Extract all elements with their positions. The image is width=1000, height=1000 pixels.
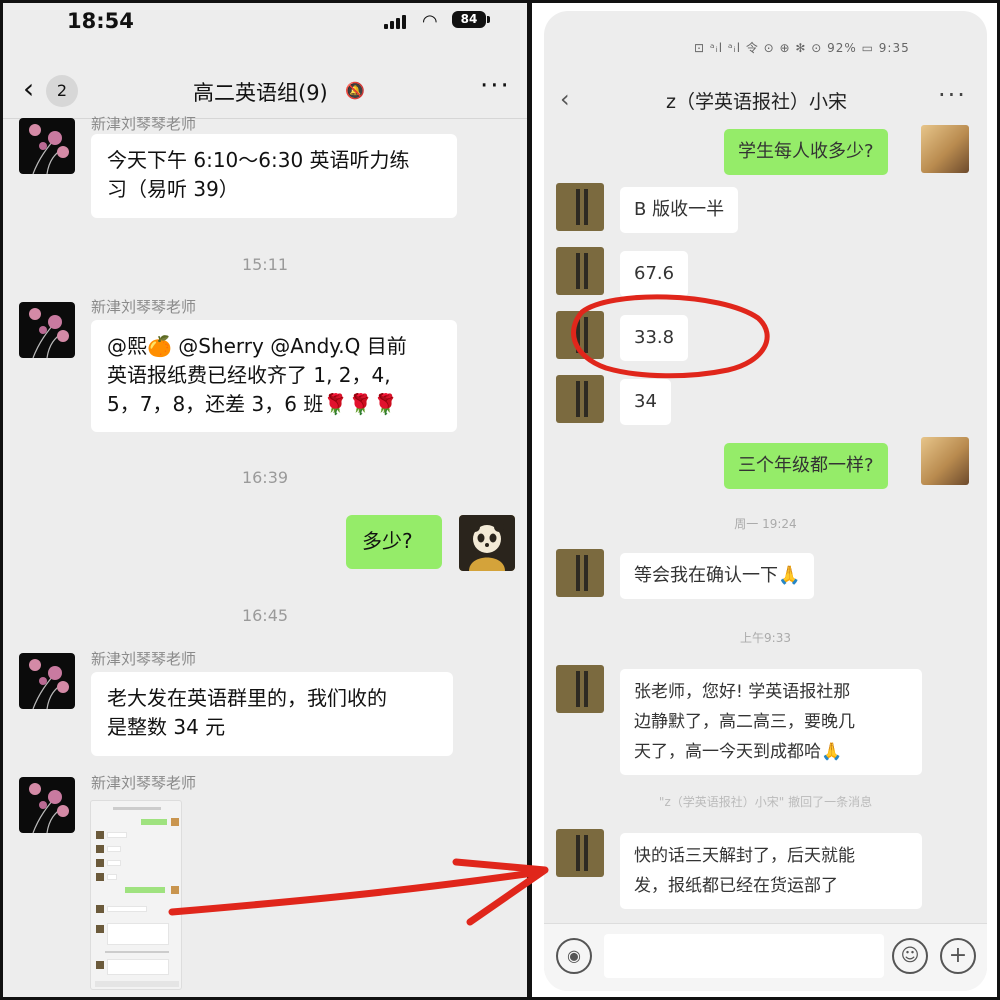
contact-avatar[interactable]: [556, 311, 604, 359]
screenshot-image-message[interactable]: [90, 800, 182, 990]
flower-icon: [29, 308, 69, 358]
my-message-bubble[interactable]: 学生每人收多少?: [724, 129, 888, 175]
message-line: 张老师，您好! 学英语报社那: [634, 682, 851, 702]
battery-tip: [487, 16, 490, 23]
back-chevron-icon[interactable]: ‹: [23, 75, 34, 103]
status-bar: 18:54 ◠ 84: [3, 3, 527, 43]
my-avatar[interactable]: [921, 125, 969, 173]
status-time: 18:54: [67, 9, 134, 33]
message-bubble[interactable]: 34: [620, 379, 671, 425]
status-bar: ⊡ ᵃᵢl ᵃᵢl 令 ⊙ ⊕ ✻ ⊙ 92% ▭ 9:35: [694, 41, 910, 55]
message-text: 三个年级都一样?: [738, 455, 874, 476]
sender-name: 新津刘琴琴老师: [91, 650, 197, 668]
chat-title: z（学英语报社）小宋: [666, 91, 847, 113]
mute-bell-icon: 🔕: [345, 81, 365, 100]
emoji-icon[interactable]: ☺: [892, 938, 928, 974]
back-chevron-icon[interactable]: ‹: [560, 85, 570, 113]
message-line: 老大发在英语群里的，我们收的: [107, 686, 387, 710]
more-options-icon[interactable]: ···: [480, 71, 511, 101]
my-message-bubble[interactable]: 三个年级都一样?: [724, 443, 888, 489]
teacher-avatar[interactable]: [19, 777, 75, 833]
contact-avatar[interactable]: [556, 829, 604, 877]
message-text: 33.8: [634, 327, 675, 348]
timestamp: 16:45: [241, 606, 289, 625]
my-avatar[interactable]: [921, 437, 969, 485]
cellular-signal-icon: [384, 15, 410, 29]
message-input[interactable]: [604, 934, 884, 978]
left-chat-screen: 18:54 ◠ 84 ‹ 2 高二英语组(9) 🔕 ··· 新津刘琴琴老师 今天…: [3, 3, 527, 997]
sender-name: 新津刘琴琴老师: [91, 774, 197, 792]
plus-icon[interactable]: +: [940, 938, 976, 974]
message-bubble[interactable]: 老大发在英语群里的，我们收的 是整数 34 元: [91, 672, 453, 756]
message-text: 67.6: [634, 263, 675, 284]
my-avatar[interactable]: [459, 515, 515, 571]
input-bar: ◉ ☺ +: [544, 923, 987, 991]
message-line: 快的话三天解封了，后天就能: [634, 846, 855, 866]
message-bubble[interactable]: @熙🍊 @Sherry @Andy.Q 目前 英语报纸费已经收齐了 1, 2，4…: [91, 320, 457, 432]
right-screenshot-panel: ⊡ ᵃᵢl ᵃᵢl 令 ⊙ ⊕ ✻ ⊙ 92% ▭ 9:35 ‹ z（学英语报社…: [532, 3, 997, 997]
message-line: 边静默了，高二高三，要晚几: [634, 712, 855, 732]
message-text: B 版收一半: [634, 199, 725, 220]
flower-icon: [29, 783, 69, 833]
message-line: 今天下午 6:10～6:30 英语听力练: [107, 148, 410, 172]
message-bubble[interactable]: 等会我在确认一下🙏: [620, 553, 815, 599]
sender-name: 新津刘琴琴老师: [91, 298, 197, 316]
recall-notice: "z（学英语报社）小宋" 撤回了一条消息: [658, 795, 873, 809]
message-line: 5，7，8，还差 3，6 班🌹🌹🌹: [107, 392, 399, 416]
message-bubble[interactable]: 33.8: [620, 315, 689, 361]
message-line: 是整数 34 元: [107, 715, 226, 739]
wifi-icon: ◠: [422, 11, 438, 32]
timestamp: 上午9:33: [740, 631, 791, 645]
message-line: 多少?: [362, 529, 413, 553]
message-text: 34: [634, 391, 657, 412]
message-bubble[interactable]: 快的话三天解封了，后天就能 发，报纸都已经在货运部了: [620, 833, 922, 909]
message-line: 习（易听 39）: [107, 177, 239, 201]
teacher-avatar[interactable]: [19, 653, 75, 709]
contact-avatar[interactable]: [556, 247, 604, 295]
timestamp: 15:11: [241, 255, 289, 274]
message-line: @熙🍊 @Sherry @Andy.Q 目前: [107, 334, 407, 358]
message-bubble[interactable]: 67.6: [620, 251, 689, 297]
my-message-bubble[interactable]: 多少?: [346, 515, 442, 569]
chat-header: ‹ 2 高二英语组(9) 🔕 ···: [3, 63, 527, 119]
message-text: 学生每人收多少?: [738, 141, 874, 162]
message-bubble[interactable]: 张老师，您好! 学英语报社那 边静默了，高二高三，要晚几 天了，高一今天到成都哈…: [620, 669, 922, 775]
contact-avatar[interactable]: [556, 665, 604, 713]
unread-count-badge[interactable]: 2: [46, 75, 78, 107]
message-line: 英语报纸费已经收齐了 1, 2，4,: [107, 363, 391, 387]
timestamp: 16:39: [241, 468, 289, 487]
message-bubble[interactable]: 今天下午 6:10～6:30 英语听力练 习（易听 39）: [91, 134, 457, 218]
teacher-avatar[interactable]: [19, 302, 75, 358]
flower-icon: [29, 659, 69, 709]
more-options-icon[interactable]: ···: [938, 81, 967, 109]
contact-avatar[interactable]: [556, 183, 604, 231]
battery-icon: 84: [452, 11, 486, 28]
timestamp: 周一 19:24: [734, 517, 797, 531]
sender-name: 新津刘琴琴老师: [91, 115, 197, 133]
embedded-chat-screen: ⊡ ᵃᵢl ᵃᵢl 令 ⊙ ⊕ ✻ ⊙ 92% ▭ 9:35 ‹ z（学英语报社…: [544, 11, 987, 991]
message-bubble[interactable]: B 版收一半: [620, 187, 739, 233]
chat-title: 高二英语组(9): [193, 81, 328, 105]
teacher-avatar[interactable]: [19, 118, 75, 174]
message-line: 发，报纸都已经在货运部了: [634, 876, 838, 896]
voice-icon[interactable]: ◉: [556, 938, 592, 974]
contact-avatar[interactable]: [556, 375, 604, 423]
message-line: 天了，高一今天到成都哈🙏: [634, 742, 843, 762]
contact-avatar[interactable]: [556, 549, 604, 597]
flower-icon: [29, 124, 69, 174]
message-text: 等会我在确认一下🙏: [634, 565, 801, 586]
panda-icon: [459, 515, 515, 571]
